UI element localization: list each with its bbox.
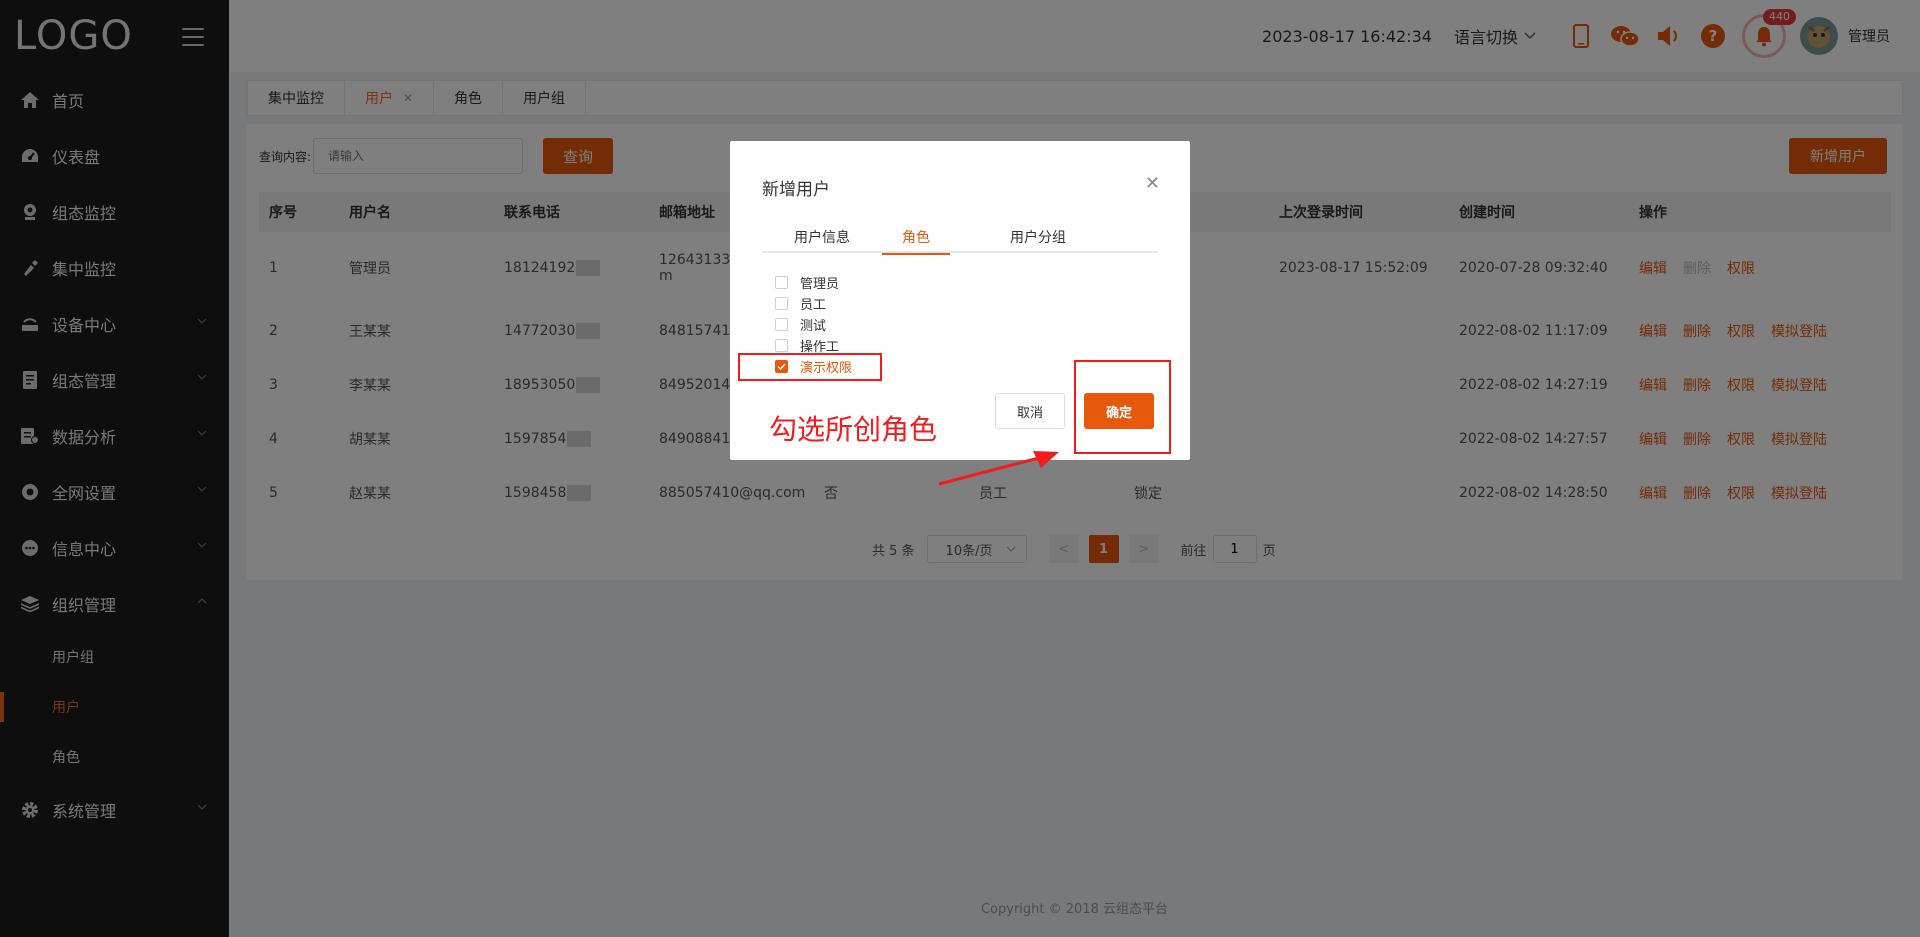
role-label: 员工 bbox=[800, 298, 827, 313]
role-label: 测试 bbox=[800, 319, 827, 334]
annotation-arrow-icon bbox=[938, 451, 1059, 486]
annotation-text: 勾选所创角色 bbox=[769, 413, 938, 446]
annotation-highlight-checkbox bbox=[738, 353, 882, 381]
role-checkbox[interactable]: 管理员 bbox=[775, 272, 852, 293]
role-checkbox[interactable]: 员工 bbox=[775, 293, 852, 314]
dialog-tab-user-group[interactable]: 用户分组 bbox=[950, 221, 1126, 253]
dialog-tab-role[interactable]: 角色 bbox=[882, 221, 950, 255]
cancel-button[interactable]: 取消 bbox=[995, 393, 1065, 429]
role-label: 管理员 bbox=[800, 277, 840, 292]
checkbox[interactable] bbox=[775, 276, 788, 289]
close-icon[interactable]: ✕ bbox=[1145, 173, 1160, 194]
dialog-title: 新增用户 bbox=[762, 180, 830, 200]
dialog-tabs: 用户信息 角色 用户分组 bbox=[762, 221, 1158, 255]
checkbox[interactable] bbox=[775, 339, 788, 352]
role-checkbox[interactable]: 测试 bbox=[775, 314, 852, 335]
checkbox[interactable] bbox=[775, 318, 788, 331]
dialog-tab-user-info[interactable]: 用户信息 bbox=[762, 221, 882, 253]
annotation-highlight-confirm bbox=[1074, 360, 1171, 454]
checkbox[interactable] bbox=[775, 297, 788, 310]
